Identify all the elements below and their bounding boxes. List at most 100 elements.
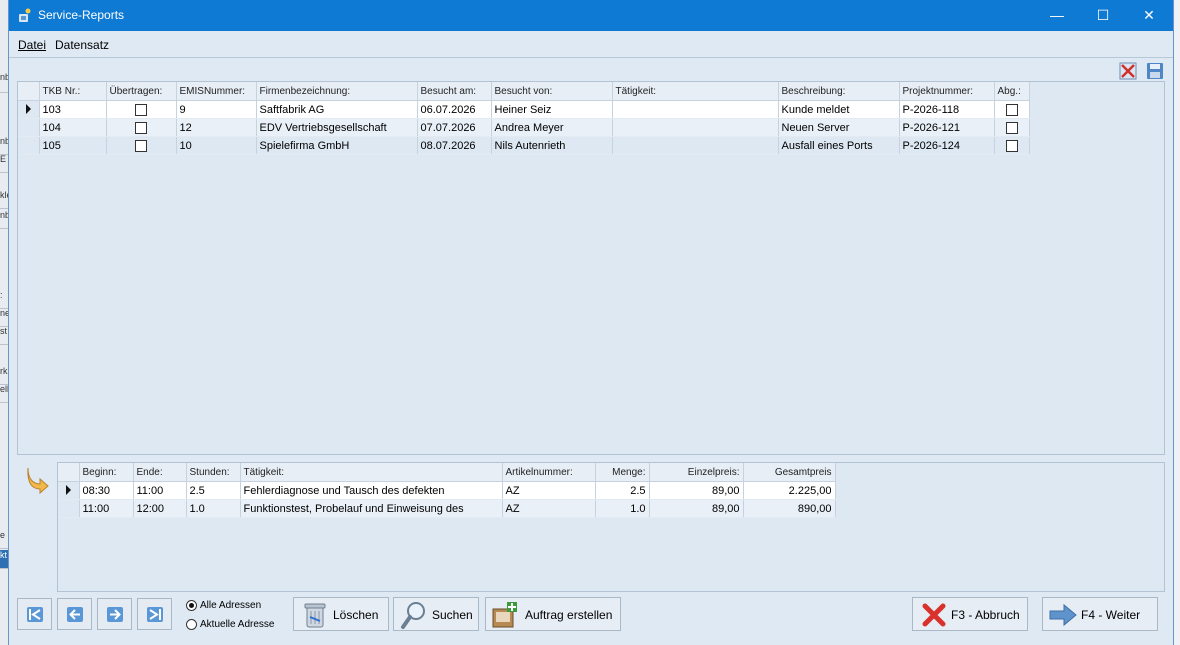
- col-uebertragen[interactable]: Übertragen:: [106, 82, 177, 101]
- col-tkb-nr[interactable]: TKB Nr.:: [39, 82, 107, 101]
- cell-datum[interactable]: 06.07.2026: [417, 100, 492, 119]
- checkbox[interactable]: [135, 139, 147, 152]
- col-beginn[interactable]: Beginn:: [79, 463, 134, 482]
- loeschen-button[interactable]: Löschen: [293, 597, 389, 631]
- col-taetigkeit[interactable]: Tätigkeit:: [612, 82, 779, 101]
- delete-record-icon[interactable]: [1119, 62, 1137, 80]
- cell-uebertragen[interactable]: [106, 100, 177, 119]
- col-taetigkeit[interactable]: Tätigkeit:: [240, 463, 503, 482]
- cell-menge[interactable]: 1.0: [595, 499, 650, 518]
- cell-einzelpreis[interactable]: 89,00: [649, 481, 744, 500]
- close-button[interactable]: ✕: [1126, 0, 1172, 31]
- cell-von[interactable]: Nils Autenrieth: [491, 136, 613, 155]
- col-gesamtpreis[interactable]: Gesamtpreis: [743, 463, 836, 482]
- cell-tkb[interactable]: 103: [39, 100, 107, 119]
- col-emis-nummer[interactable]: EMISNummer:: [176, 82, 257, 101]
- cell-ende[interactable]: 11:00: [133, 481, 187, 500]
- auftrag-erstellen-button[interactable]: Auftrag erstellen: [485, 597, 621, 631]
- cell-stunden[interactable]: 1.0: [186, 499, 241, 518]
- next-record-button[interactable]: [97, 598, 132, 630]
- col-stunden[interactable]: Stunden:: [186, 463, 241, 482]
- radio-alle-adressen[interactable]: Alle Adressen: [186, 600, 261, 611]
- table-row[interactable]: 105 10 Spielefirma GmbH 08.07.2026 Nils …: [18, 136, 1030, 155]
- col-artikelnummer[interactable]: Artikelnummer:: [502, 463, 596, 482]
- cell-taetigkeit[interactable]: [612, 118, 779, 137]
- cell-projekt[interactable]: P-2026-124: [899, 136, 995, 155]
- col-projektnummer[interactable]: Projektnummer:: [899, 82, 995, 101]
- radio-selected-icon[interactable]: [186, 600, 197, 611]
- cell-emis[interactable]: 12: [176, 118, 257, 137]
- menu-datei[interactable]: Datei: [18, 38, 46, 52]
- cell-einzelpreis[interactable]: 89,00: [649, 499, 744, 518]
- cell-firma[interactable]: EDV Vertriebsgesellschaft: [256, 118, 418, 137]
- radio-aktuelle-adresse[interactable]: Aktuelle Adresse: [186, 619, 275, 630]
- menu-datensatz[interactable]: Datensatz: [55, 38, 109, 52]
- last-record-button[interactable]: [137, 598, 172, 630]
- weiter-button[interactable]: F4 - Weiter: [1042, 597, 1158, 631]
- cell-beginn[interactable]: 08:30: [79, 481, 134, 500]
- col-beschreibung[interactable]: Beschreibung:: [778, 82, 900, 101]
- row-selector[interactable]: [18, 118, 40, 137]
- checkbox[interactable]: [135, 121, 147, 134]
- col-besucht-am[interactable]: Besucht am:: [417, 82, 492, 101]
- cell-taetigkeit[interactable]: Fehlerdiagnose und Tausch des defekten: [240, 481, 503, 500]
- cell-taetigkeit[interactable]: Funktionstest, Probelauf und Einweisung …: [240, 499, 503, 518]
- cell-datum[interactable]: 07.07.2026: [417, 118, 492, 137]
- checkbox[interactable]: [135, 103, 147, 116]
- cell-beschreibung[interactable]: Ausfall eines Ports: [778, 136, 900, 155]
- cell-uebertragen[interactable]: [106, 118, 177, 137]
- cell-von[interactable]: Heiner Seiz: [491, 100, 613, 119]
- suchen-button[interactable]: Suchen: [393, 597, 479, 631]
- checkbox[interactable]: [1005, 121, 1018, 134]
- cell-uebertragen[interactable]: [106, 136, 177, 155]
- previous-record-button[interactable]: [57, 598, 92, 630]
- save-icon[interactable]: [1146, 62, 1164, 80]
- cell-abg[interactable]: [994, 118, 1030, 137]
- cell-emis[interactable]: 9: [176, 100, 257, 119]
- cell-datum[interactable]: 08.07.2026: [417, 136, 492, 155]
- checkbox[interactable]: [1005, 103, 1018, 116]
- row-selector[interactable]: [18, 100, 40, 119]
- cell-beschreibung[interactable]: Neuen Server: [778, 118, 900, 137]
- cell-artikel[interactable]: AZ: [502, 499, 596, 518]
- cell-firma[interactable]: Saftfabrik AG: [256, 100, 418, 119]
- minimize-button[interactable]: —: [1034, 0, 1080, 31]
- cell-stunden[interactable]: 2.5: [186, 481, 241, 500]
- abbruch-button[interactable]: F3 - Abbruch: [912, 597, 1028, 631]
- cell-beginn[interactable]: 11:00: [79, 499, 134, 518]
- cell-projekt[interactable]: P-2026-118: [899, 100, 995, 119]
- col-ende[interactable]: Ende:: [133, 463, 187, 482]
- cell-gesamtpreis[interactable]: 2.225,00: [743, 481, 836, 500]
- col-menge[interactable]: Menge:: [595, 463, 650, 482]
- maximize-button[interactable]: ☐: [1080, 0, 1126, 31]
- cell-abg[interactable]: [994, 100, 1030, 119]
- cell-artikel[interactable]: AZ: [502, 481, 596, 500]
- row-selector[interactable]: [58, 481, 80, 500]
- cell-menge[interactable]: 2.5: [595, 481, 650, 500]
- table-row[interactable]: 11:00 12:00 1.0 Funktionstest, Probelauf…: [58, 499, 836, 518]
- cell-tkb[interactable]: 104: [39, 118, 107, 137]
- col-einzelpreis[interactable]: Einzelpreis:: [649, 463, 744, 482]
- table-row[interactable]: 08:30 11:00 2.5 Fehlerdiagnose und Tausc…: [58, 481, 836, 500]
- col-besucht-von[interactable]: Besucht von:: [491, 82, 613, 101]
- row-selector[interactable]: [18, 136, 40, 155]
- cell-taetigkeit[interactable]: [612, 100, 779, 119]
- table-row[interactable]: 103 9 Saftfabrik AG 06.07.2026 Heiner Se…: [18, 100, 1030, 119]
- cell-taetigkeit[interactable]: [612, 136, 779, 155]
- radio-unselected-icon[interactable]: [186, 619, 197, 630]
- cell-beschreibung[interactable]: Kunde meldet: [778, 100, 900, 119]
- cell-abg[interactable]: [994, 136, 1030, 155]
- cell-projekt[interactable]: P-2026-121: [899, 118, 995, 137]
- cell-emis[interactable]: 10: [176, 136, 257, 155]
- col-firmenbezeichnung[interactable]: Firmenbezeichnung:: [256, 82, 418, 101]
- cell-ende[interactable]: 12:00: [133, 499, 187, 518]
- cell-tkb[interactable]: 105: [39, 136, 107, 155]
- row-selector[interactable]: [58, 499, 80, 518]
- table-row[interactable]: 104 12 EDV Vertriebsgesellschaft 07.07.2…: [18, 118, 1030, 137]
- col-abg[interactable]: Abg.:: [994, 82, 1030, 101]
- cell-gesamtpreis[interactable]: 890,00: [743, 499, 836, 518]
- checkbox[interactable]: [1005, 139, 1018, 152]
- cell-firma[interactable]: Spielefirma GmbH: [256, 136, 418, 155]
- cell-von[interactable]: Andrea Meyer: [491, 118, 613, 137]
- first-record-button[interactable]: [17, 598, 52, 630]
